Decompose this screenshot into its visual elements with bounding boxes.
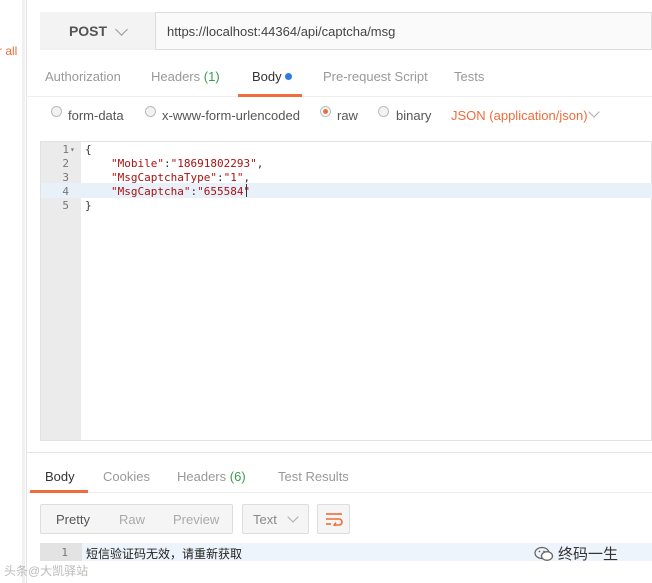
json-comma: ,	[256, 157, 264, 170]
json-key: "MsgCaptcha"	[111, 185, 191, 198]
line-number: 4	[62, 185, 69, 198]
json-comma: ,	[243, 171, 251, 184]
radio-binary[interactable]	[378, 106, 389, 117]
text-cursor	[246, 184, 247, 197]
tab-body[interactable]: Body	[252, 69, 282, 84]
tabs-divider	[26, 96, 652, 97]
response-tab-body[interactable]: Body	[45, 469, 75, 484]
json-colon: :	[163, 157, 171, 170]
tab-tests[interactable]: Tests	[454, 69, 484, 84]
chevron-down-icon	[115, 22, 128, 36]
json-value: "655584"	[197, 185, 251, 198]
line-number: 2	[62, 157, 69, 170]
response-tab-headers-label: Headers	[177, 469, 227, 484]
response-tab-cookies[interactable]: Cookies	[103, 469, 150, 484]
line-number: 5	[62, 199, 69, 212]
response-tabs-divider	[26, 492, 652, 493]
response-tab-headers[interactable]: Headers (6)	[177, 469, 246, 484]
watermark-right: 终码一生	[534, 543, 618, 564]
radio-form-data[interactable]	[51, 106, 62, 117]
json-value: "18691802293"	[170, 157, 257, 170]
json-key: "Mobile"	[111, 157, 164, 170]
line-number: 1	[62, 143, 69, 156]
wrap-lines-icon	[325, 513, 343, 526]
sidebar-scrollbar[interactable]	[22, 0, 25, 583]
response-separator	[26, 452, 652, 453]
fold-arrow-icon[interactable]: ▾	[70, 145, 75, 154]
watermark-right-text: 终码一生	[558, 546, 619, 563]
wechat-icon	[534, 546, 554, 561]
view-pretty-button[interactable]: Pretty	[56, 512, 90, 527]
active-response-tab-indicator	[30, 490, 88, 493]
response-body-text: 短信验证码无效，请重新获取	[86, 547, 243, 561]
radio-urlencoded[interactable]	[145, 106, 156, 117]
json-value: "1"	[223, 171, 244, 184]
url-input[interactable]: https://localhost:44364/api/captcha/msg	[167, 24, 395, 39]
tab-headers[interactable]: Headers (1)	[151, 69, 220, 84]
tab-authorization[interactable]: Authorization	[45, 69, 121, 84]
body-modified-dot-icon	[285, 73, 292, 80]
sidebar-clear-all-link[interactable]: r all	[0, 44, 17, 58]
tab-pre-request-script[interactable]: Pre-request Script	[323, 69, 428, 84]
radio-raw[interactable]	[320, 106, 331, 117]
response-tab-test-results[interactable]: Test Results	[278, 469, 349, 484]
radio-raw-label[interactable]: raw	[337, 108, 358, 123]
code-line: "Mobile":"18691802293",	[111, 157, 263, 170]
radio-form-data-label[interactable]: form-data	[68, 108, 124, 123]
code-line: "MsgCaptcha":"655584"	[111, 185, 250, 198]
radio-binary-label[interactable]: binary	[396, 108, 431, 123]
watermark-left: 头条@大凯驿站	[4, 564, 89, 578]
view-raw-button[interactable]: Raw	[119, 512, 145, 527]
line-number: 3	[62, 171, 69, 184]
method-label: POST	[68, 23, 108, 39]
tab-headers-count: (1)	[203, 69, 220, 84]
wrap-lines-button[interactable]	[317, 504, 350, 534]
code-line: {	[85, 143, 92, 156]
json-key: "MsgCaptchaType"	[111, 171, 217, 184]
radio-urlencoded-label[interactable]: x-www-form-urlencoded	[162, 108, 300, 123]
tab-headers-label: Headers	[151, 69, 201, 84]
view-preview-button[interactable]: Preview	[173, 512, 219, 527]
response-line-number: 1	[61, 546, 68, 559]
code-line: "MsgCaptchaType":"1",	[111, 171, 250, 184]
active-tab-indicator	[238, 94, 302, 97]
format-label: Text	[253, 512, 277, 527]
content-type-dropdown[interactable]: JSON (application/json)	[451, 108, 588, 123]
response-tab-headers-count: (6)	[229, 469, 246, 484]
code-line: }	[85, 199, 92, 212]
json-colon: :	[216, 171, 224, 184]
method-dropdown[interactable]: POST	[40, 12, 156, 50]
chevron-down-icon[interactable]	[588, 106, 600, 118]
